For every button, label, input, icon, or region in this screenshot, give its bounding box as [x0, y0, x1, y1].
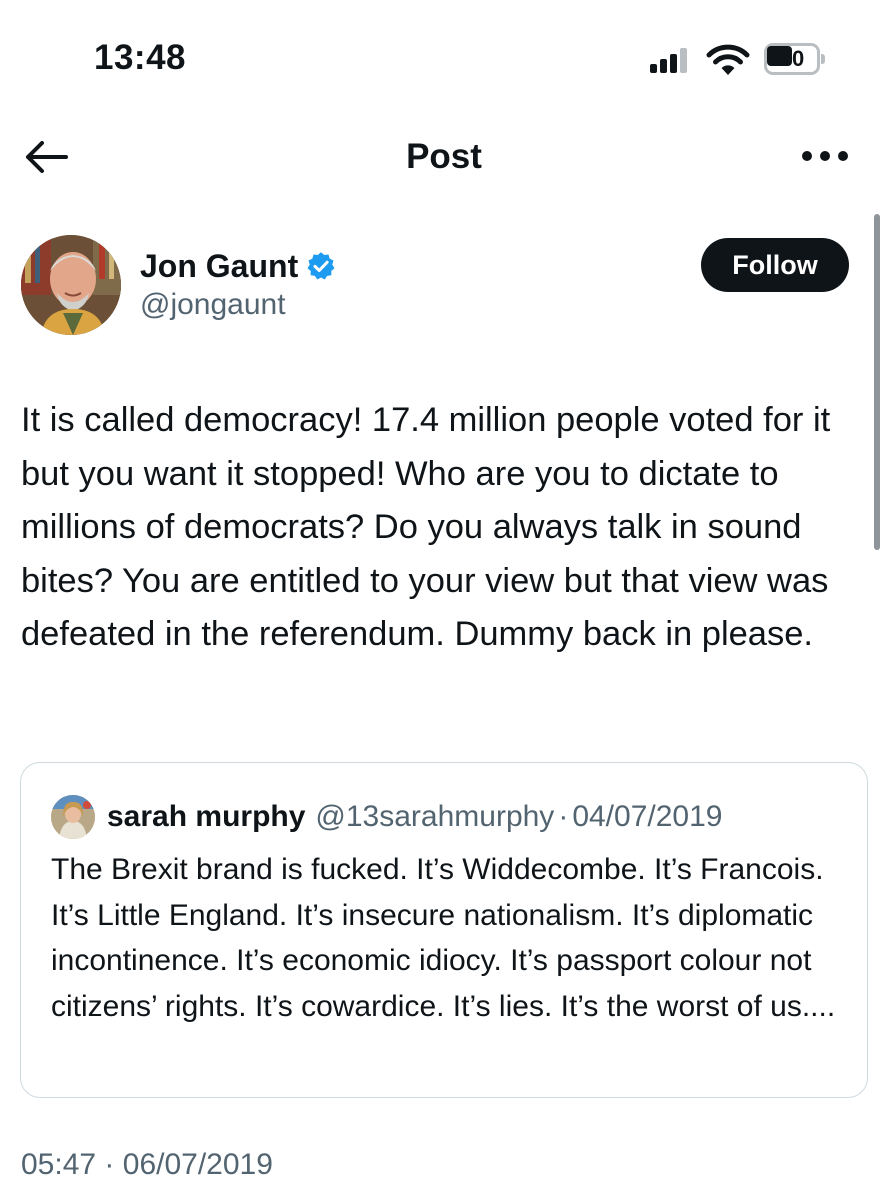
post-timestamp[interactable]: 05:47 · 06/07/2019 [21, 1148, 273, 1182]
post-header: Post [0, 125, 888, 190]
author-name-row[interactable]: Jon Gaunt [140, 245, 336, 287]
scrollbar[interactable] [874, 214, 880, 550]
quoted-author-avatar[interactable] [51, 795, 95, 839]
quoted-post-date: 04/07/2019 [572, 800, 723, 833]
quoted-separator: · [558, 800, 569, 833]
post-text: It is called democracy! 17.4 million peo… [21, 401, 831, 653]
quoted-post-text: The Brexit brand is fucked. It’s Widdeco… [51, 853, 836, 1023]
quoted-post-header: sarah murphy @13sarahmurphy · 04/07/2019 [107, 795, 722, 839]
author-name[interactable]: Jon Gaunt [140, 248, 298, 285]
status-time: 13:48 [94, 38, 187, 77]
wifi-icon [706, 44, 750, 75]
quoted-author-handle: @13sarahmurphy [315, 800, 555, 833]
more-options-icon[interactable] [800, 147, 850, 167]
post-time: 05:47 [21, 1148, 97, 1181]
quoted-author-name: sarah murphy [107, 800, 306, 833]
page-title: Post [406, 137, 482, 176]
post-date: 06/07/2019 [122, 1148, 273, 1181]
battery-icon: 50 [764, 43, 826, 75]
follow-button[interactable]: Follow [701, 238, 849, 292]
status-bar: 13:48 50 [0, 0, 888, 120]
post-time-separator: · [104, 1148, 115, 1181]
signal-icon [650, 47, 690, 73]
author-avatar[interactable] [21, 235, 121, 335]
battery-level: 50 [779, 46, 805, 71]
quoted-post-card[interactable]: sarah murphy @13sarahmurphy · 04/07/2019… [20, 762, 868, 1098]
verified-badge-icon [307, 252, 335, 280]
author-handle[interactable]: @jongaunt [140, 288, 286, 322]
